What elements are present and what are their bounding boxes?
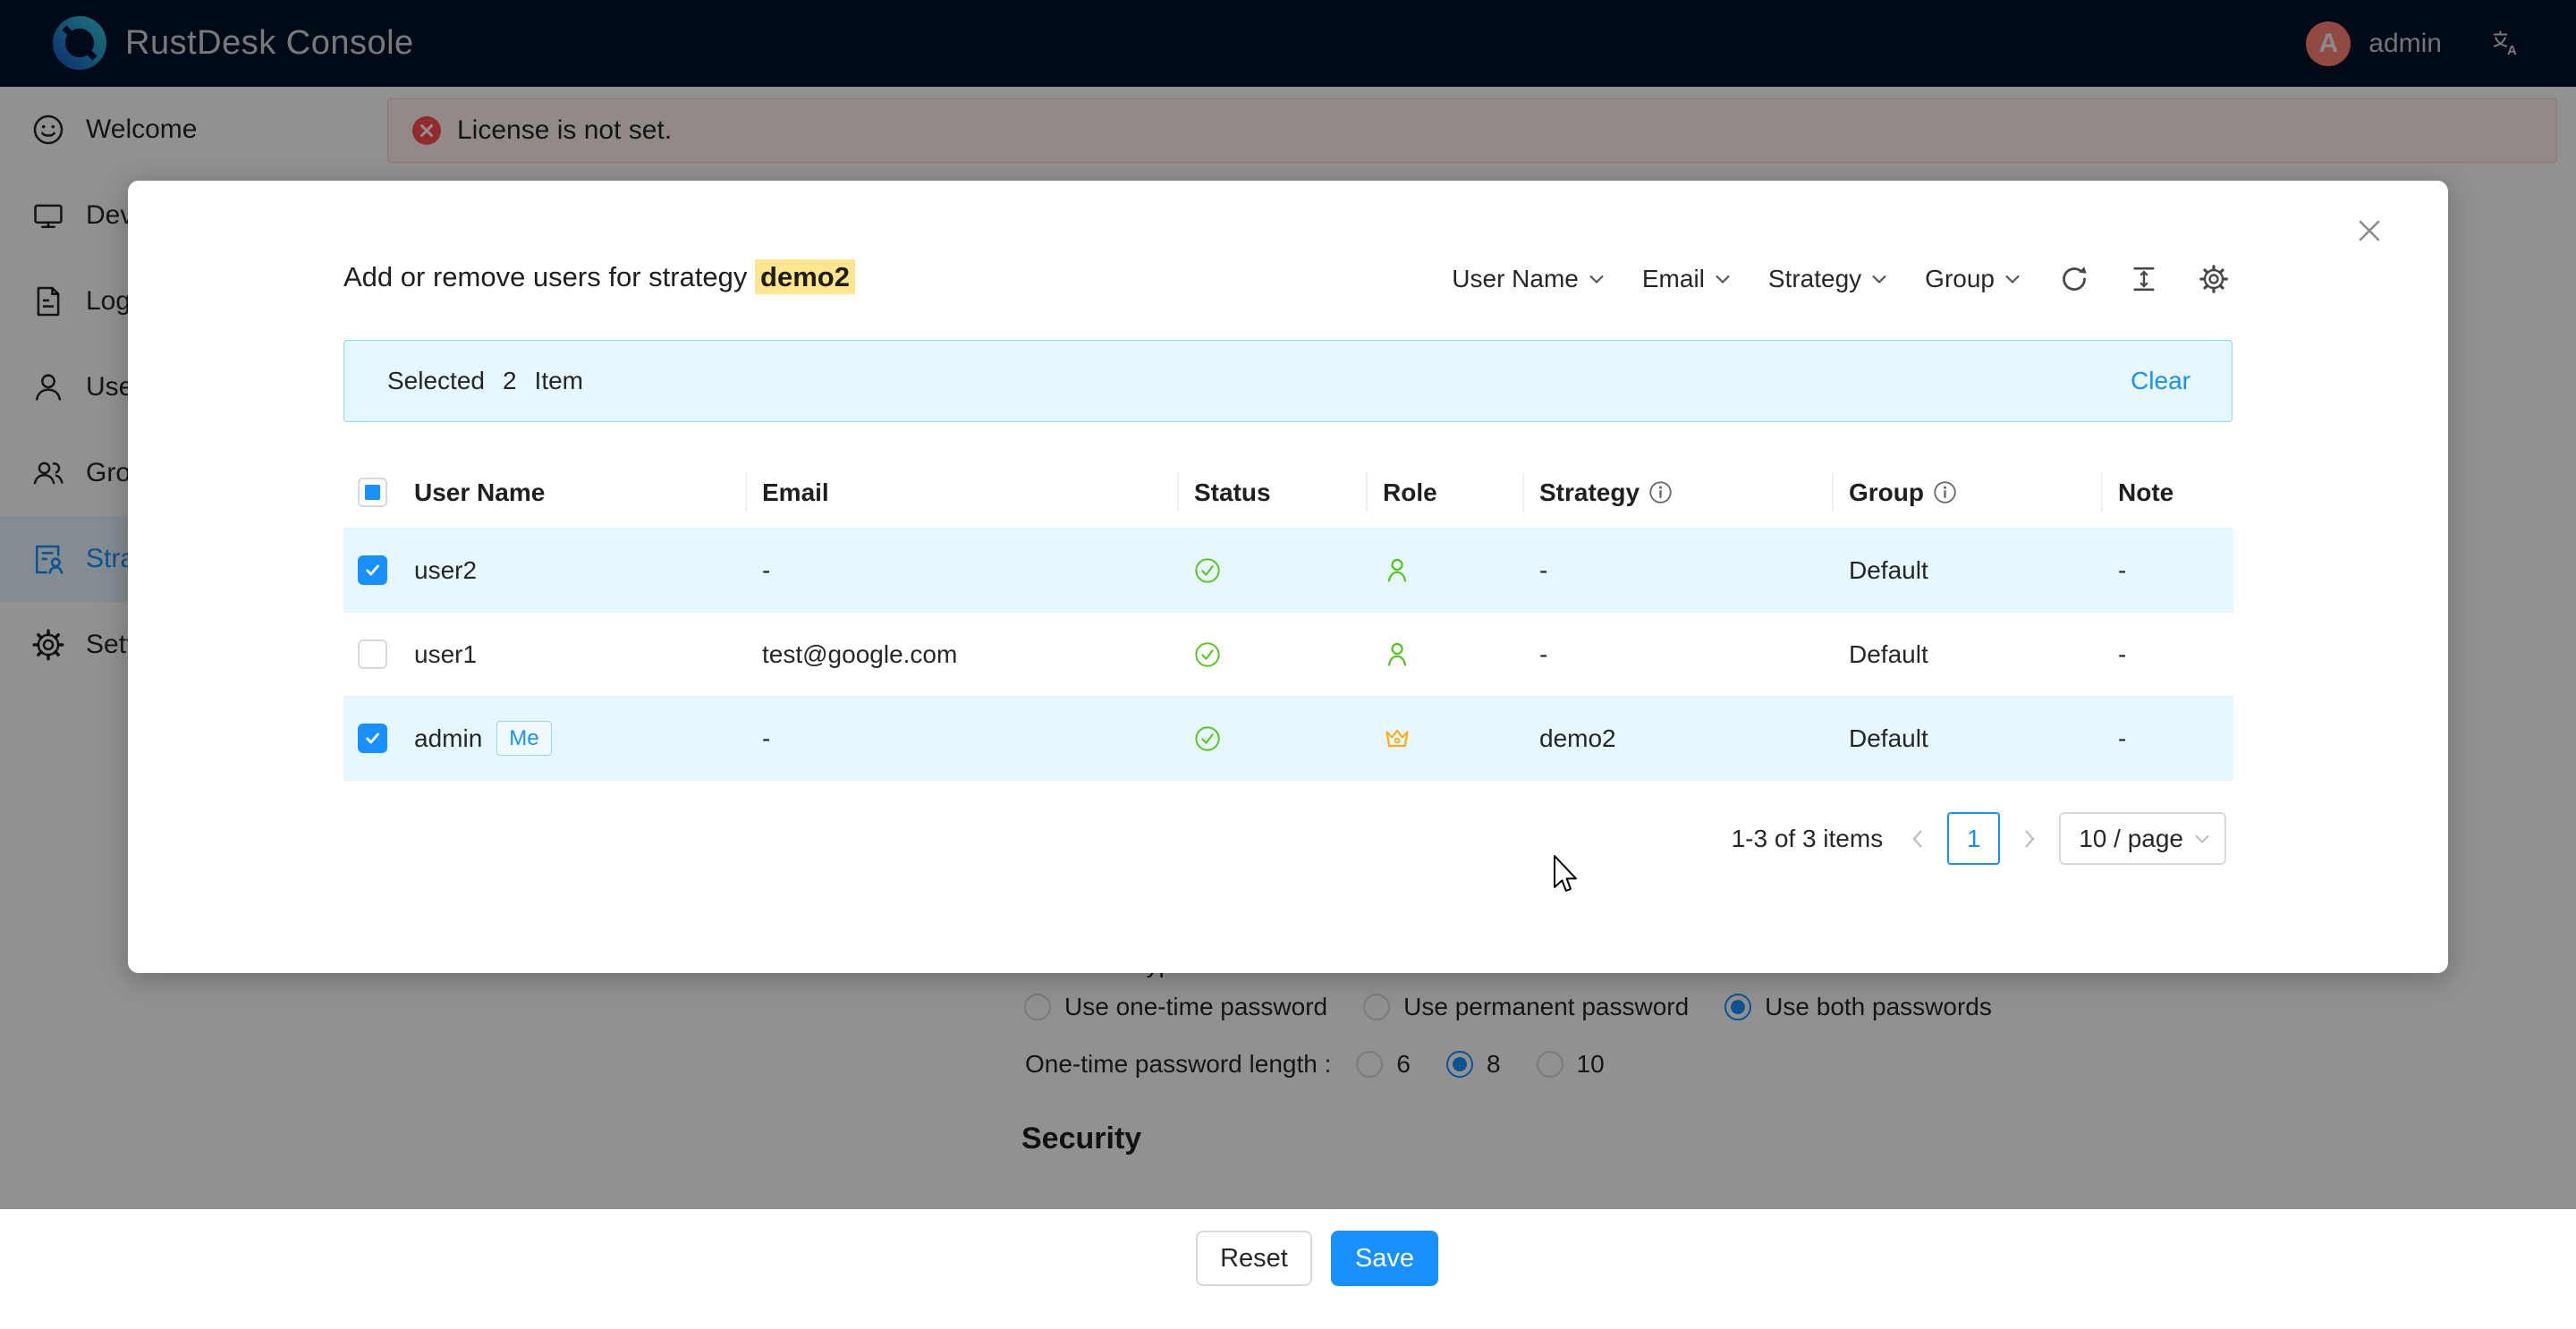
chevron-down-icon [1715, 274, 1731, 284]
clear-selection-link[interactable]: Clear [2131, 367, 2190, 395]
email-cell: - [747, 529, 1179, 612]
form-action-footer: Reset Save [0, 1209, 2576, 1329]
page-size-select[interactable]: 10 / page [2059, 812, 2226, 865]
selection-summary-bar: Selected2Item Clear [343, 340, 2233, 422]
selection-text: Selected2Item [387, 367, 601, 395]
user-name-cell: admin [414, 724, 482, 753]
info-icon[interactable] [1648, 480, 1673, 504]
chevron-down-icon [1871, 274, 1887, 284]
chevron-down-icon [2004, 274, 2021, 284]
row-checkbox[interactable] [358, 639, 387, 669]
table-toolbar: User Name Email Strategy Group [1452, 256, 2230, 302]
next-page-icon[interactable] [2017, 821, 2042, 857]
strategy-cell: - [1524, 529, 1834, 612]
user-name-cell: user1 [414, 640, 477, 669]
email-cell: test@google.com [747, 613, 1179, 696]
prev-page-icon[interactable] [1905, 821, 1930, 857]
save-button[interactable]: Save [1331, 1231, 1438, 1286]
close-icon[interactable] [2349, 210, 2390, 251]
row-checkbox[interactable] [358, 555, 387, 585]
chevron-down-icon [2194, 834, 2210, 844]
filter-group[interactable]: Group [1925, 265, 2021, 293]
users-table: User Name Email Status Role Strategy Gro… [343, 457, 2233, 781]
user-role-icon [1383, 640, 1411, 669]
pagination: 1-3 of 3 items 1 10 / page [1732, 812, 2226, 865]
status-enabled-icon [1194, 641, 1221, 668]
status-enabled-icon [1194, 725, 1221, 752]
user-role-icon [1383, 556, 1411, 585]
select-all-checkbox[interactable] [358, 478, 387, 507]
filter-strategy[interactable]: Strategy [1768, 265, 1887, 293]
pagination-total: 1-3 of 3 items [1732, 825, 1884, 853]
status-enabled-icon [1194, 557, 1221, 584]
row-checkbox[interactable] [358, 724, 387, 753]
page-number-button[interactable]: 1 [1947, 812, 2000, 865]
group-cell: Default [1834, 697, 2103, 780]
note-cell: - [2103, 613, 2233, 696]
table-row[interactable]: admin Me - demo2 Default - [343, 697, 2233, 781]
table-row[interactable]: user2 - - Default - [343, 529, 2233, 613]
filter-email[interactable]: Email [1642, 265, 1731, 293]
me-badge: Me [496, 721, 551, 756]
strategy-cell: - [1524, 613, 1834, 696]
strategy-cell: demo2 [1524, 697, 1834, 780]
highlighted-strategy-name: demo2 [755, 259, 855, 294]
rustdesk-console-screen: RustDesk Console A admin A [0, 0, 2576, 1329]
chevron-down-icon [1589, 274, 1605, 284]
add-remove-users-modal: Add or remove users for strategy demo2 U… [128, 181, 2448, 973]
note-cell: - [2103, 529, 2233, 612]
email-cell: - [747, 697, 1179, 780]
table-header-row: User Name Email Status Role Strategy Gro… [343, 457, 2233, 529]
gear-icon[interactable] [2198, 263, 2230, 295]
group-cell: Default [1834, 529, 2103, 612]
table-row[interactable]: user1 test@google.com - Default - [343, 613, 2233, 697]
reset-button[interactable]: Reset [1196, 1231, 1312, 1286]
filter-user-name[interactable]: User Name [1452, 265, 1605, 293]
group-cell: Default [1834, 613, 2103, 696]
refresh-icon[interactable] [2058, 263, 2090, 295]
note-cell: - [2103, 697, 2233, 780]
admin-crown-icon [1383, 724, 1411, 753]
modal-title: Add or remove users for strategy demo2 [343, 261, 855, 293]
info-icon[interactable] [1933, 480, 1957, 504]
column-height-icon[interactable] [2128, 263, 2160, 295]
selection-count: 2 [503, 367, 517, 394]
user-name-cell: user2 [414, 556, 477, 585]
